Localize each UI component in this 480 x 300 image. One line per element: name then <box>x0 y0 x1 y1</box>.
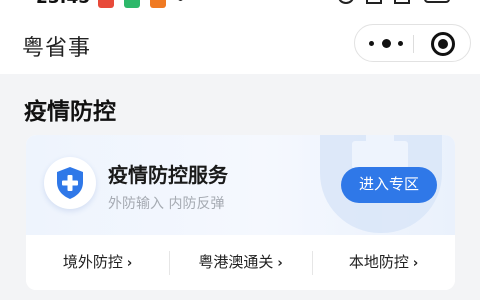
enter-zone-button[interactable]: 进入专区 <box>341 167 437 203</box>
alarm-icon <box>338 0 354 4</box>
epidemic-service-card: 疫情防控服务 外防输入 内防反弹 进入专区 境外防控 › 粤港澳通关 › 本地防控 › <box>26 135 455 290</box>
navbar: 粤省事 <box>0 12 480 74</box>
link-gba-customs[interactable]: 粤港澳通关 › <box>169 235 312 290</box>
service-subtitle: 外防输入 内防反弹 <box>108 196 225 212</box>
shield-plus-icon <box>57 167 83 199</box>
battery-icon <box>424 0 450 3</box>
link-local-control[interactable]: 本地防控 › <box>312 235 455 290</box>
close-target-icon[interactable] <box>431 32 455 56</box>
service-title: 疫情防控服务 <box>108 163 228 187</box>
link-label: 粤港澳通关 <box>198 253 274 271</box>
link-label: 境外防控 <box>62 253 123 271</box>
chevron-right-icon: › <box>277 256 283 271</box>
chevron-right-icon: › <box>412 256 419 271</box>
link-label: 本地防控 <box>348 253 409 271</box>
notification-icon <box>150 0 166 8</box>
status-time: 23:45 <box>36 0 90 8</box>
capsule-divider <box>413 35 414 53</box>
link-overseas-control[interactable]: 境外防控 › <box>26 235 169 290</box>
shield-badge <box>44 157 96 209</box>
chevron-right-icon: › <box>126 256 133 271</box>
more-dots-icon[interactable] <box>369 38 403 48</box>
section-title: 疫情防控 <box>24 99 116 125</box>
signal-icon <box>394 0 410 4</box>
card-header[interactable]: 疫情防控服务 外防输入 内防反弹 进入专区 <box>26 135 455 235</box>
app-title: 粤省事 <box>22 36 92 61</box>
quick-links: 境外防控 › 粤港澳通关 › 本地防控 › <box>26 235 455 290</box>
miniprogram-capsule <box>354 24 471 62</box>
status-bar: 23:45 <box>0 0 480 12</box>
wifi-icon <box>366 0 382 4</box>
notification-icon <box>124 0 140 8</box>
notification-dot <box>178 0 183 1</box>
notification-icon <box>98 0 114 8</box>
